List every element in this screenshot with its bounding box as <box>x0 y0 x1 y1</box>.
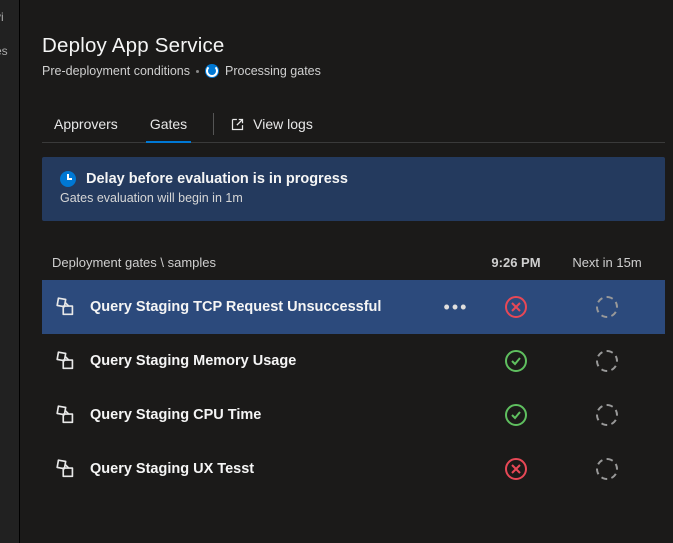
gate-list-header: Deployment gates \ samples 9:26 PM Next … <box>42 255 665 280</box>
pending-icon <box>596 458 618 480</box>
banner-title: Delay before evaluation is in progress <box>86 171 348 187</box>
spinner-icon <box>205 64 219 78</box>
view-logs-label: View logs <box>253 116 313 132</box>
gate-overflow-menu[interactable]: ••• <box>439 297 473 318</box>
gate-next-status <box>559 350 655 372</box>
breadcrumb: Pre-deployment conditions Processing gat… <box>42 64 673 78</box>
breadcrumb-status: Processing gates <box>225 64 321 78</box>
pending-icon <box>596 350 618 372</box>
tabs: Approvers Gates View logs <box>42 106 673 142</box>
open-external-icon <box>230 117 245 132</box>
header-name: Deployment gates \ samples <box>52 255 473 270</box>
delay-banner: Delay before evaluation is in progress G… <box>42 157 665 221</box>
separator-dot <box>196 70 199 73</box>
gate-row[interactable]: Query Staging TCP Request Unsuccessful••… <box>42 280 665 334</box>
status-fail-icon <box>505 296 527 318</box>
gate-status <box>473 350 559 372</box>
status-pass-icon <box>505 404 527 426</box>
gate-status <box>473 458 559 480</box>
gate-task-icon <box>52 296 80 318</box>
rail-item[interactable]: es <box>0 34 19 68</box>
rail-item[interactable]: vi <box>0 0 19 34</box>
gate-next-status <box>559 458 655 480</box>
page-title: Deploy App Service <box>42 34 673 58</box>
clock-icon <box>60 171 76 187</box>
left-rail: vi es <box>0 0 20 543</box>
gate-next-status <box>559 296 655 318</box>
header-time: 9:26 PM <box>473 255 559 270</box>
gate-row[interactable]: Query Staging UX Tesst <box>42 442 665 496</box>
tabs-divider <box>42 142 665 143</box>
gate-row[interactable]: Query Staging Memory Usage <box>42 334 665 388</box>
gate-label: Query Staging CPU Time <box>80 407 439 423</box>
view-logs-link[interactable]: View logs <box>230 116 313 132</box>
banner-subtitle: Gates evaluation will begin in 1m <box>60 191 649 205</box>
gate-label: Query Staging Memory Usage <box>80 353 439 369</box>
gate-row[interactable]: Query Staging CPU Time <box>42 388 665 442</box>
gate-list: Query Staging TCP Request Unsuccessful••… <box>42 280 673 496</box>
breadcrumb-pre: Pre-deployment conditions <box>42 64 190 78</box>
tab-separator <box>213 113 214 135</box>
header-next: Next in 15m <box>559 255 655 270</box>
deployment-panel: Deploy App Service Pre-deployment condit… <box>26 0 673 543</box>
gate-task-icon <box>52 404 80 426</box>
tab-approvers[interactable]: Approvers <box>52 106 120 142</box>
gate-status <box>473 404 559 426</box>
gate-label: Query Staging TCP Request Unsuccessful <box>80 299 439 315</box>
tab-gates[interactable]: Gates <box>148 106 189 142</box>
gate-label: Query Staging UX Tesst <box>80 461 439 477</box>
pending-icon <box>596 404 618 426</box>
gate-task-icon <box>52 458 80 480</box>
gate-next-status <box>559 404 655 426</box>
status-fail-icon <box>505 458 527 480</box>
gate-status <box>473 296 559 318</box>
gate-task-icon <box>52 350 80 372</box>
pending-icon <box>596 296 618 318</box>
status-pass-icon <box>505 350 527 372</box>
